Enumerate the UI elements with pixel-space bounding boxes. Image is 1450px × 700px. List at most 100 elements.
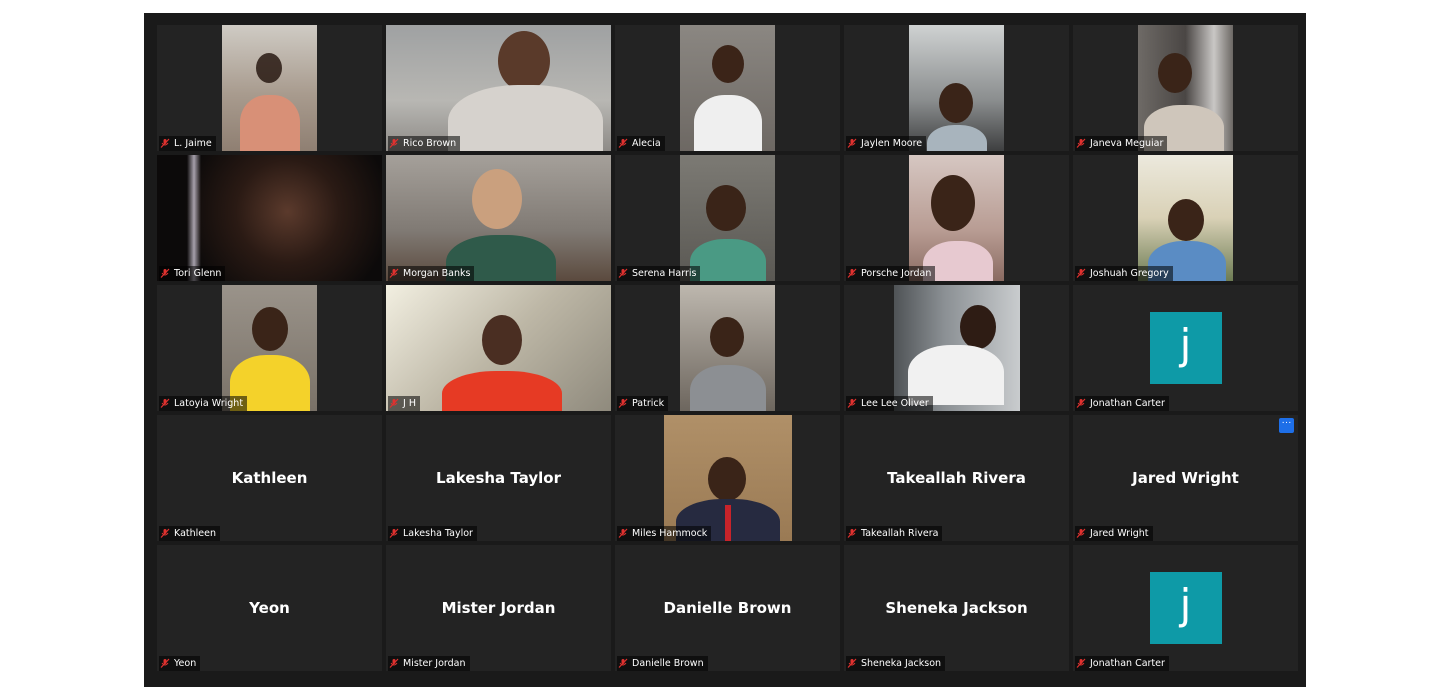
participant-name: J H [403, 398, 416, 409]
muted-mic-icon [618, 528, 629, 539]
participant-name-label: L. Jaime [159, 136, 216, 151]
muted-mic-icon [847, 138, 858, 149]
participant-name-label: Tori Glenn [159, 266, 226, 281]
muted-mic-icon [160, 658, 171, 669]
participant-name: Jonathan Carter [1090, 658, 1165, 669]
video-feed [1138, 155, 1233, 281]
participant-name: Joshuah Gregory [1090, 268, 1169, 279]
participant-tile[interactable]: Latoyia Wright [157, 285, 382, 411]
participant-tile[interactable]: Lakesha Taylor Lakesha Taylor [386, 415, 611, 541]
participant-name: Patrick [632, 398, 665, 409]
participant-name: Porsche Jordan [861, 268, 932, 279]
participant-tile[interactable]: ··· Jared Wright Jared Wright [1073, 415, 1298, 541]
muted-mic-icon [389, 528, 400, 539]
participant-tile[interactable]: Danielle Brown Danielle Brown [615, 545, 840, 671]
meeting-window: L. Jaime Rico Brown Alecia Jaylen Moore [144, 13, 1306, 687]
participant-display-name: Sheneka Jackson [885, 599, 1028, 617]
participant-tile[interactable]: j Jonathan Carter [1073, 285, 1298, 411]
participant-name-label: Danielle Brown [617, 656, 708, 671]
muted-mic-icon [160, 398, 171, 409]
muted-mic-icon [160, 138, 171, 149]
muted-mic-icon [618, 268, 629, 279]
participant-tile[interactable]: Rico Brown [386, 25, 611, 151]
participant-name: Lee Lee Oliver [861, 398, 929, 409]
participant-name: Jonathan Carter [1090, 398, 1165, 409]
muted-mic-icon [1076, 658, 1087, 669]
participant-name-label: Kathleen [159, 526, 220, 541]
participant-tile[interactable]: Sheneka Jackson Sheneka Jackson [844, 545, 1069, 671]
muted-mic-icon [847, 658, 858, 669]
participant-tile[interactable]: Morgan Banks [386, 155, 611, 281]
participant-name-label: Patrick [617, 396, 669, 411]
muted-mic-icon [847, 268, 858, 279]
muted-mic-icon [618, 658, 629, 669]
participant-name: L. Jaime [174, 138, 212, 149]
participant-tile[interactable]: Kathleen Kathleen [157, 415, 382, 541]
muted-mic-icon [1076, 138, 1087, 149]
participant-tile[interactable]: Takeallah Rivera Takeallah Rivera [844, 415, 1069, 541]
participant-name-label: Mister Jordan [388, 656, 470, 671]
more-options-button[interactable]: ··· [1279, 418, 1294, 433]
participant-tile[interactable]: Miles Hammock [615, 415, 840, 541]
video-feed [386, 155, 611, 281]
muted-mic-icon [1076, 268, 1087, 279]
participant-name: Janeva Meguiar [1090, 138, 1164, 149]
video-feed [893, 285, 1020, 411]
participant-tile[interactable]: j Jonathan Carter [1073, 545, 1298, 671]
participant-name-label: Sheneka Jackson [846, 656, 946, 671]
participant-display-name: Yeon [249, 599, 290, 617]
participant-name: Rico Brown [403, 138, 457, 149]
participant-tile[interactable]: Mister Jordan Mister Jordan [386, 545, 611, 671]
participant-display-name: Lakesha Taylor [436, 469, 561, 487]
participant-tile[interactable]: Jaylen Moore [844, 25, 1069, 151]
participant-display-name: Kathleen [231, 469, 308, 487]
participant-name-label: Janeva Meguiar [1075, 136, 1168, 151]
participant-name-label: Jonathan Carter [1075, 396, 1169, 411]
participant-tile[interactable]: Joshuah Gregory [1073, 155, 1298, 281]
muted-mic-icon [389, 138, 400, 149]
participant-name-label: Rico Brown [388, 136, 461, 151]
participant-tile[interactable]: Lee Lee Oliver [844, 285, 1069, 411]
video-feed [909, 25, 1004, 151]
muted-mic-icon [160, 268, 171, 279]
video-feed [157, 155, 382, 281]
gallery-grid: L. Jaime Rico Brown Alecia Jaylen Moore [157, 25, 1298, 671]
participant-name-label: Serena Harris [617, 266, 701, 281]
participant-tile[interactable]: Alecia [615, 25, 840, 151]
participant-name: Sheneka Jackson [861, 658, 942, 669]
participant-name: Serena Harris [632, 268, 697, 279]
muted-mic-icon [618, 398, 629, 409]
participant-tile[interactable]: Tori Glenn [157, 155, 382, 281]
participant-name: Lakesha Taylor [403, 528, 473, 539]
participant-display-name: Jared Wright [1132, 469, 1239, 487]
video-feed [386, 285, 611, 411]
participant-name: Miles Hammock [632, 528, 708, 539]
participant-tile[interactable]: Porsche Jordan [844, 155, 1069, 281]
participant-name: Jaylen Moore [861, 138, 923, 149]
participant-name-label: Alecia [617, 136, 665, 151]
participant-avatar: j [1149, 572, 1222, 644]
participant-name-label: Morgan Banks [388, 266, 475, 281]
participant-tile[interactable]: Serena Harris [615, 155, 840, 281]
video-feed [680, 25, 775, 151]
muted-mic-icon [389, 398, 400, 409]
participant-display-name: Danielle Brown [663, 599, 792, 617]
participant-tile[interactable]: Janeva Meguiar [1073, 25, 1298, 151]
participant-name-label: Yeon [159, 656, 201, 671]
participant-tile[interactable]: L. Jaime [157, 25, 382, 151]
video-feed [663, 415, 792, 541]
muted-mic-icon [847, 528, 858, 539]
participant-name-label: Jaylen Moore [846, 136, 927, 151]
muted-mic-icon [618, 138, 629, 149]
video-feed [386, 25, 611, 151]
participant-name: Takeallah Rivera [861, 528, 939, 539]
video-feed [1138, 25, 1233, 151]
muted-mic-icon [1076, 528, 1087, 539]
participant-tile[interactable]: J H [386, 285, 611, 411]
participant-name: Morgan Banks [403, 268, 471, 279]
participant-tile[interactable]: Yeon Yeon [157, 545, 382, 671]
participant-name: Danielle Brown [632, 658, 704, 669]
participant-tile[interactable]: Patrick [615, 285, 840, 411]
participant-name-label: J H [388, 396, 420, 411]
participant-name-label: Joshuah Gregory [1075, 266, 1173, 281]
